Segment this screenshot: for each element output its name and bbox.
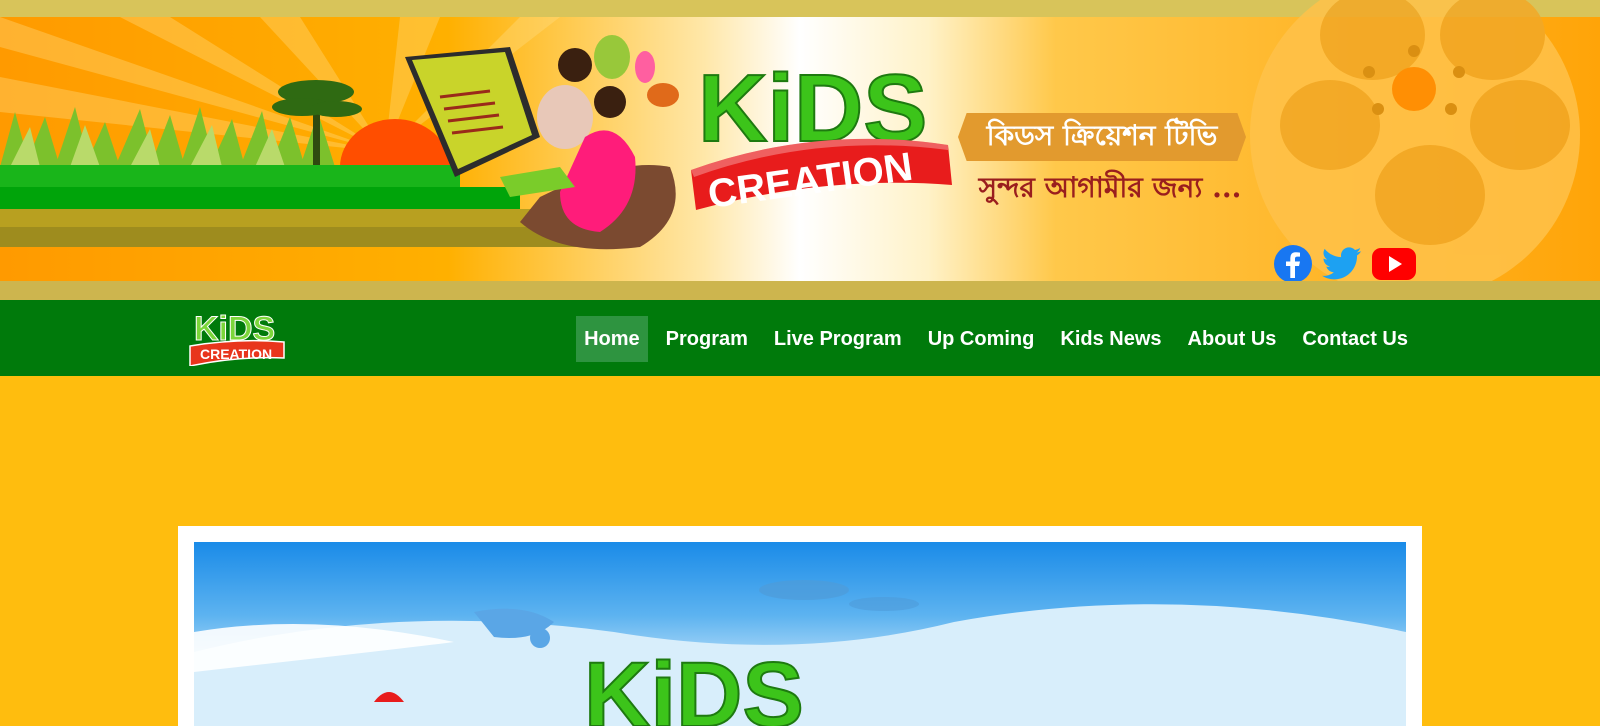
nav-menu: Home Program Live Program Up Coming Kids…	[576, 316, 1416, 362]
header-banner: KiDS CREATION কিডস ক্রিয়েশন টিভি সুন্দর…	[0, 0, 1600, 300]
nav-item-program[interactable]: Program	[658, 316, 756, 362]
nav-item-about-us[interactable]: About Us	[1180, 316, 1285, 362]
tagline-bangla: কিডস ক্রিয়েশন টিভি	[986, 118, 1218, 152]
nav-logo[interactable]: KiDS CREATION	[188, 306, 288, 366]
tagline-ribbon: কিডস ক্রিয়েশন টিভি	[958, 113, 1246, 161]
nav-item-home[interactable]: Home	[576, 316, 648, 362]
hero-illustration: KiDS	[194, 580, 1406, 726]
nav-item-kids-news[interactable]: Kids News	[1052, 316, 1169, 362]
twitter-icon[interactable]	[1322, 244, 1362, 284]
tagline-subtitle: সুন্দর আগামীর জন্য ...	[978, 171, 1242, 204]
hero-logo-text: KiDS	[584, 644, 804, 726]
hero-image[interactable]: KiDS	[194, 542, 1406, 726]
facebook-icon[interactable]	[1273, 244, 1313, 284]
nav-logo-creation: CREATION	[200, 346, 272, 362]
nav-item-live-program[interactable]: Live Program	[766, 316, 910, 362]
nav-item-contact-us[interactable]: Contact Us	[1294, 316, 1416, 362]
hero-card: KiDS	[178, 526, 1422, 726]
main-navbar: KiDS CREATION Home Program Live Program …	[0, 300, 1600, 376]
youtube-icon[interactable]	[1371, 244, 1417, 284]
nav-item-up-coming[interactable]: Up Coming	[920, 316, 1043, 362]
banner-bottom-stripe	[0, 281, 1600, 300]
kids-creation-logo[interactable]: KiDS CREATION	[686, 45, 956, 215]
